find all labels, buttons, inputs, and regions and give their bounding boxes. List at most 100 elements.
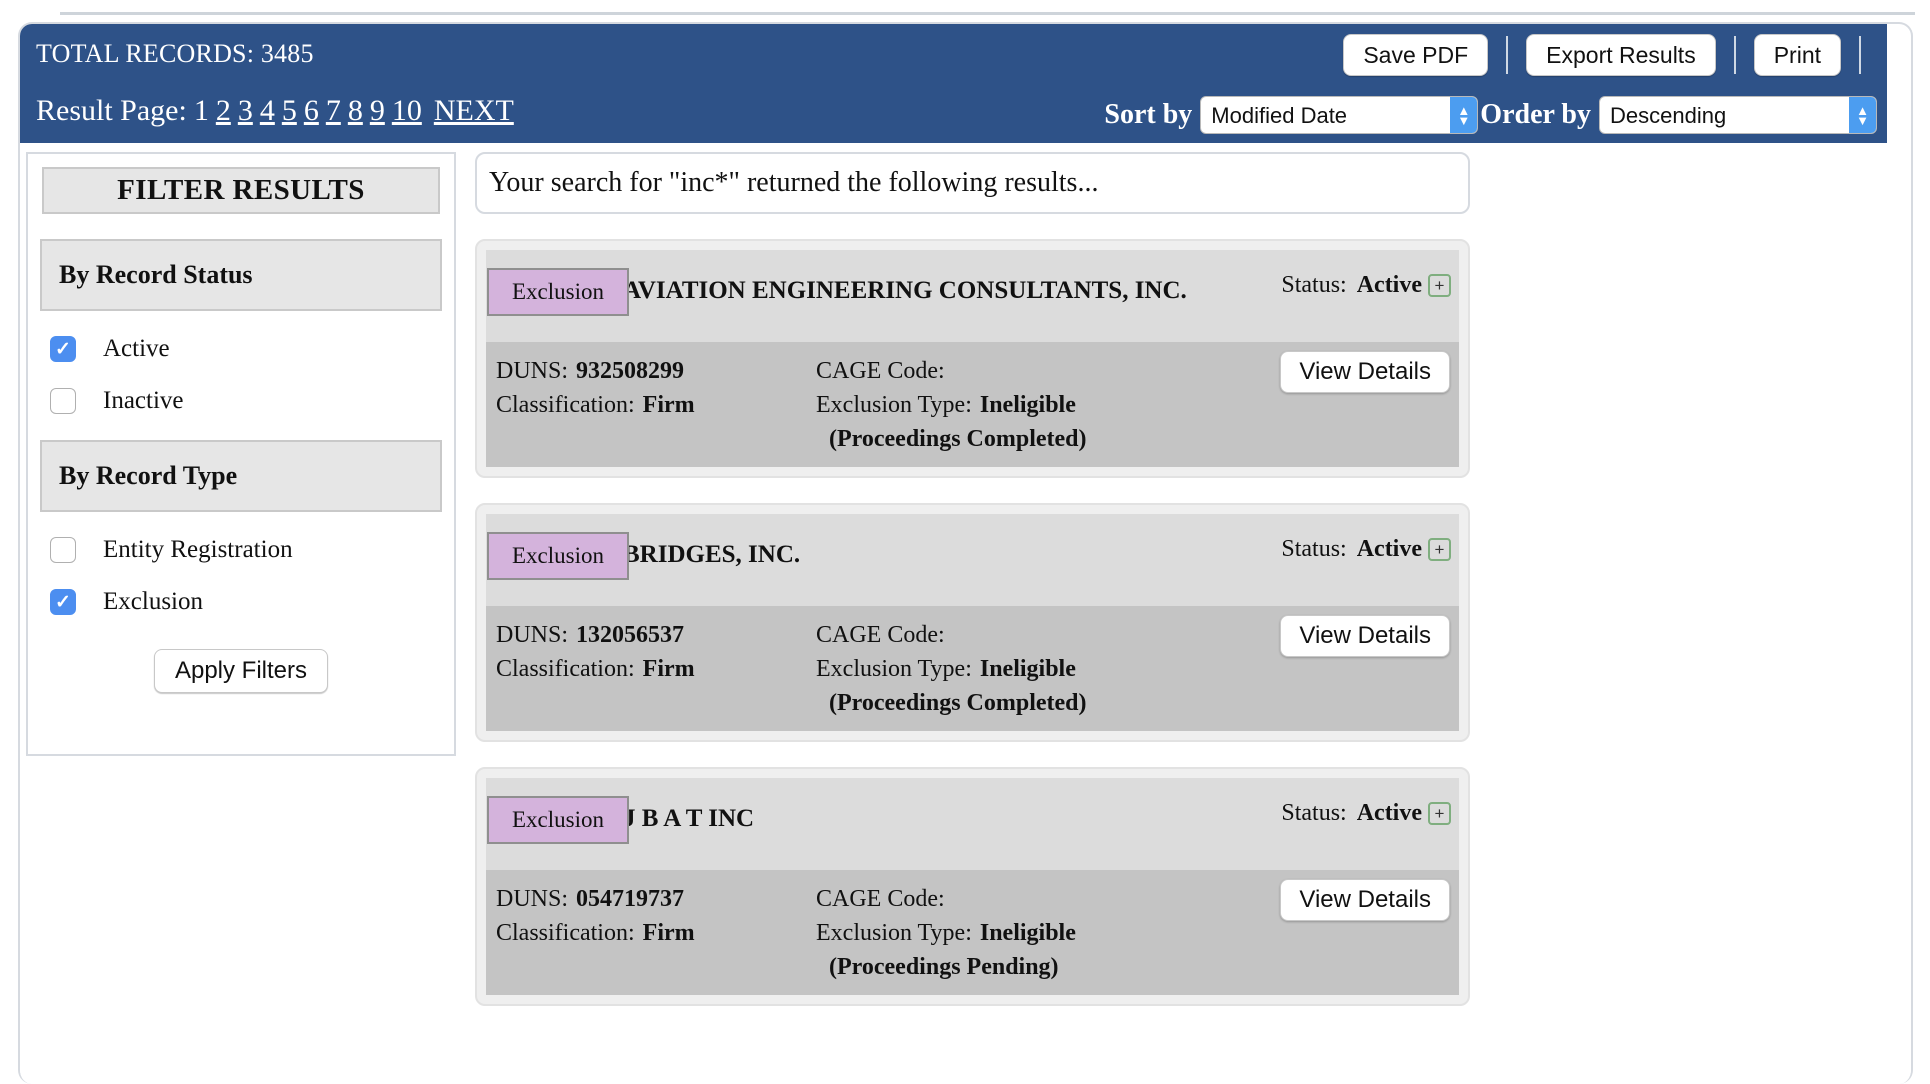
check-icon: ✓ <box>55 338 71 360</box>
duns-label: DUNS: <box>496 886 569 912</box>
filter-option-label: Entity Registration <box>103 536 293 563</box>
duns: DUNS: 054719737 <box>486 886 816 913</box>
result-card: Exclusion J B A T INC Status: Active + DUNS: 0… <box>475 767 1470 1006</box>
detail-row: Classification: Firm Exclusion Type: Inelig… <box>486 392 1459 419</box>
filter-option-row[interactable]: Inactive <box>50 387 454 415</box>
cage-code-label: CAGE Code: <box>816 358 945 384</box>
apply-filters-button[interactable]: Apply Filters <box>153 649 329 693</box>
exclusion-type-label: Exclusion Type: <box>816 656 972 682</box>
sort-by-select[interactable]: Modified Date ▲ ▼ <box>1200 96 1479 134</box>
top-divider <box>60 12 1915 15</box>
order-by-label: Order by <box>1480 99 1591 130</box>
status-badge: Status: Active + <box>1281 800 1451 827</box>
filter-group-heading: By Record Status <box>40 239 442 311</box>
duns-value: 054719737 <box>576 886 685 912</box>
result-list: Exclusion AVIATION ENGINEERING CONSULTANT… <box>475 239 1470 1006</box>
exclusion-type-value: Ineligible <box>979 392 1076 418</box>
view-details-button[interactable]: View Details <box>1280 879 1450 921</box>
results-window: TOTAL RECORDS: 3485 Save PDF Export Resu… <box>18 22 1913 1084</box>
classification-value: Firm <box>642 920 695 946</box>
order-by-select[interactable]: Descending ▲ ▼ <box>1599 96 1877 134</box>
status-value: Active <box>1356 800 1422 826</box>
filter-checkbox-active[interactable]: ✓ <box>50 336 76 362</box>
search-summary-text: Your search for "inc*" returned the foll… <box>489 167 1099 198</box>
pagination-page-link[interactable]: 7 <box>326 94 341 127</box>
expand-plus-icon[interactable]: + <box>1428 538 1451 561</box>
exclusion-type-label: Exclusion Type: <box>816 920 972 946</box>
filter-checkbox-entity-registration[interactable] <box>50 537 76 563</box>
check-icon: ✓ <box>55 591 71 613</box>
result-card-header: Exclusion AVIATION ENGINEERING CONSULTANT… <box>486 250 1459 342</box>
proceedings-status: (Proceedings Completed) <box>829 426 1087 452</box>
status-badge: Status: Active + <box>1281 272 1451 299</box>
sort-by-label: Sort by <box>1104 99 1193 130</box>
filter-option-label: Inactive <box>103 387 184 414</box>
view-details-button[interactable]: View Details <box>1280 615 1450 657</box>
sort-by-stepper-icon[interactable]: ▲ ▼ <box>1450 97 1478 133</box>
cage-code: CAGE Code: <box>816 886 953 913</box>
duns-value: 132056537 <box>576 622 685 648</box>
classification-value: Firm <box>642 656 695 682</box>
filter-option-row[interactable]: ✓ Active <box>50 335 454 363</box>
result-card-details: DUNS: 932508299 CAGE Code: Classification: F… <box>486 342 1459 467</box>
exclusion-type-value: Ineligible <box>979 920 1076 946</box>
detail-row: Classification: Firm Exclusion Type: Inelig… <box>486 656 1459 683</box>
classification-label: Classification: <box>496 920 635 946</box>
sort-controls: Sort by Modified Date ▲ ▼ Order by Descen… <box>1104 96 1877 134</box>
save-pdf-button[interactable]: Save PDF <box>1343 34 1489 77</box>
search-summary-banner: Your search for "inc*" returned the foll… <box>475 152 1470 214</box>
pagination: Result Page: 1 2 3 4 5 6 7 8 9 10 NEXT <box>36 94 514 128</box>
filter-groups: By Record Status ✓ Active Inactive By Record… <box>28 239 454 616</box>
pagination-next-link[interactable]: NEXT <box>434 94 514 127</box>
status-label: Status: <box>1281 800 1347 826</box>
cage-code: CAGE Code: <box>816 622 953 649</box>
order-by-value: Descending <box>1610 103 1727 128</box>
record-type-badge: Exclusion <box>487 268 629 316</box>
order-by-stepper-icon[interactable]: ▲ ▼ <box>1849 97 1876 133</box>
export-results-button[interactable]: Export Results <box>1526 34 1716 77</box>
filter-option-row[interactable]: Entity Registration <box>50 536 454 564</box>
status-value: Active <box>1356 536 1422 562</box>
pagination-page-link[interactable]: 4 <box>260 94 275 127</box>
classification-label: Classification: <box>496 392 635 418</box>
filter-option-label: Active <box>103 335 170 362</box>
result-card-header: Exclusion BRIDGES, INC. Status: Active + <box>486 514 1459 606</box>
pagination-page-link[interactable]: 2 <box>216 94 231 127</box>
cage-code: CAGE Code: <box>816 358 953 385</box>
print-button[interactable]: Print <box>1753 34 1841 77</box>
pagination-current-page: 1 <box>193 94 209 127</box>
total-records-value: 3485 <box>260 39 314 68</box>
pagination-page-link[interactable]: 8 <box>348 94 363 127</box>
classification-label: Classification: <box>496 656 635 682</box>
view-details-button[interactable]: View Details <box>1280 351 1450 393</box>
filter-checkbox-inactive[interactable] <box>50 388 76 414</box>
classification: Classification: Firm <box>486 920 816 947</box>
filter-group-heading: By Record Type <box>40 440 442 512</box>
result-card: Exclusion AVIATION ENGINEERING CONSULTANT… <box>475 239 1470 478</box>
pagination-page-link[interactable]: 9 <box>370 94 385 127</box>
result-card: Exclusion BRIDGES, INC. Status: Active + DUNS… <box>475 503 1470 742</box>
pagination-page-link[interactable]: 3 <box>238 94 253 127</box>
filter-checkbox-exclusion[interactable]: ✓ <box>50 589 76 615</box>
header-row-bottom: Result Page: 1 2 3 4 5 6 7 8 9 10 NEXT Sort by Modi… <box>20 86 1887 143</box>
exclusion-type-value: Ineligible <box>979 656 1076 682</box>
action-divider <box>1859 36 1861 75</box>
result-card-details: DUNS: 132056537 CAGE Code: Classification: F… <box>486 606 1459 731</box>
pagination-page-link[interactable]: 10 <box>392 94 422 127</box>
filter-sidebar: FILTER RESULTS By Record Status ✓ Active In… <box>26 152 456 756</box>
expand-plus-icon[interactable]: + <box>1428 802 1451 825</box>
filter-group-heading-label: By Record Status <box>59 260 253 289</box>
expand-plus-icon[interactable]: + <box>1428 274 1451 297</box>
classification: Classification: Firm <box>486 392 816 419</box>
classification: Classification: Firm <box>486 656 816 683</box>
page-root: TOTAL RECORDS: 3485 Save PDF Export Resu… <box>0 0 1930 1084</box>
record-type-badge: Exclusion <box>487 796 629 844</box>
filter-title-box: FILTER RESULTS <box>42 167 440 214</box>
duns-label: DUNS: <box>496 622 569 648</box>
pagination-page-link[interactable]: 5 <box>282 94 297 127</box>
filter-option-row[interactable]: ✓ Exclusion <box>50 588 454 616</box>
pagination-page-link[interactable]: 6 <box>304 94 319 127</box>
duns-label: DUNS: <box>496 358 569 384</box>
cage-code-label: CAGE Code: <box>816 622 945 648</box>
sort-by-value: Modified Date <box>1211 103 1348 128</box>
